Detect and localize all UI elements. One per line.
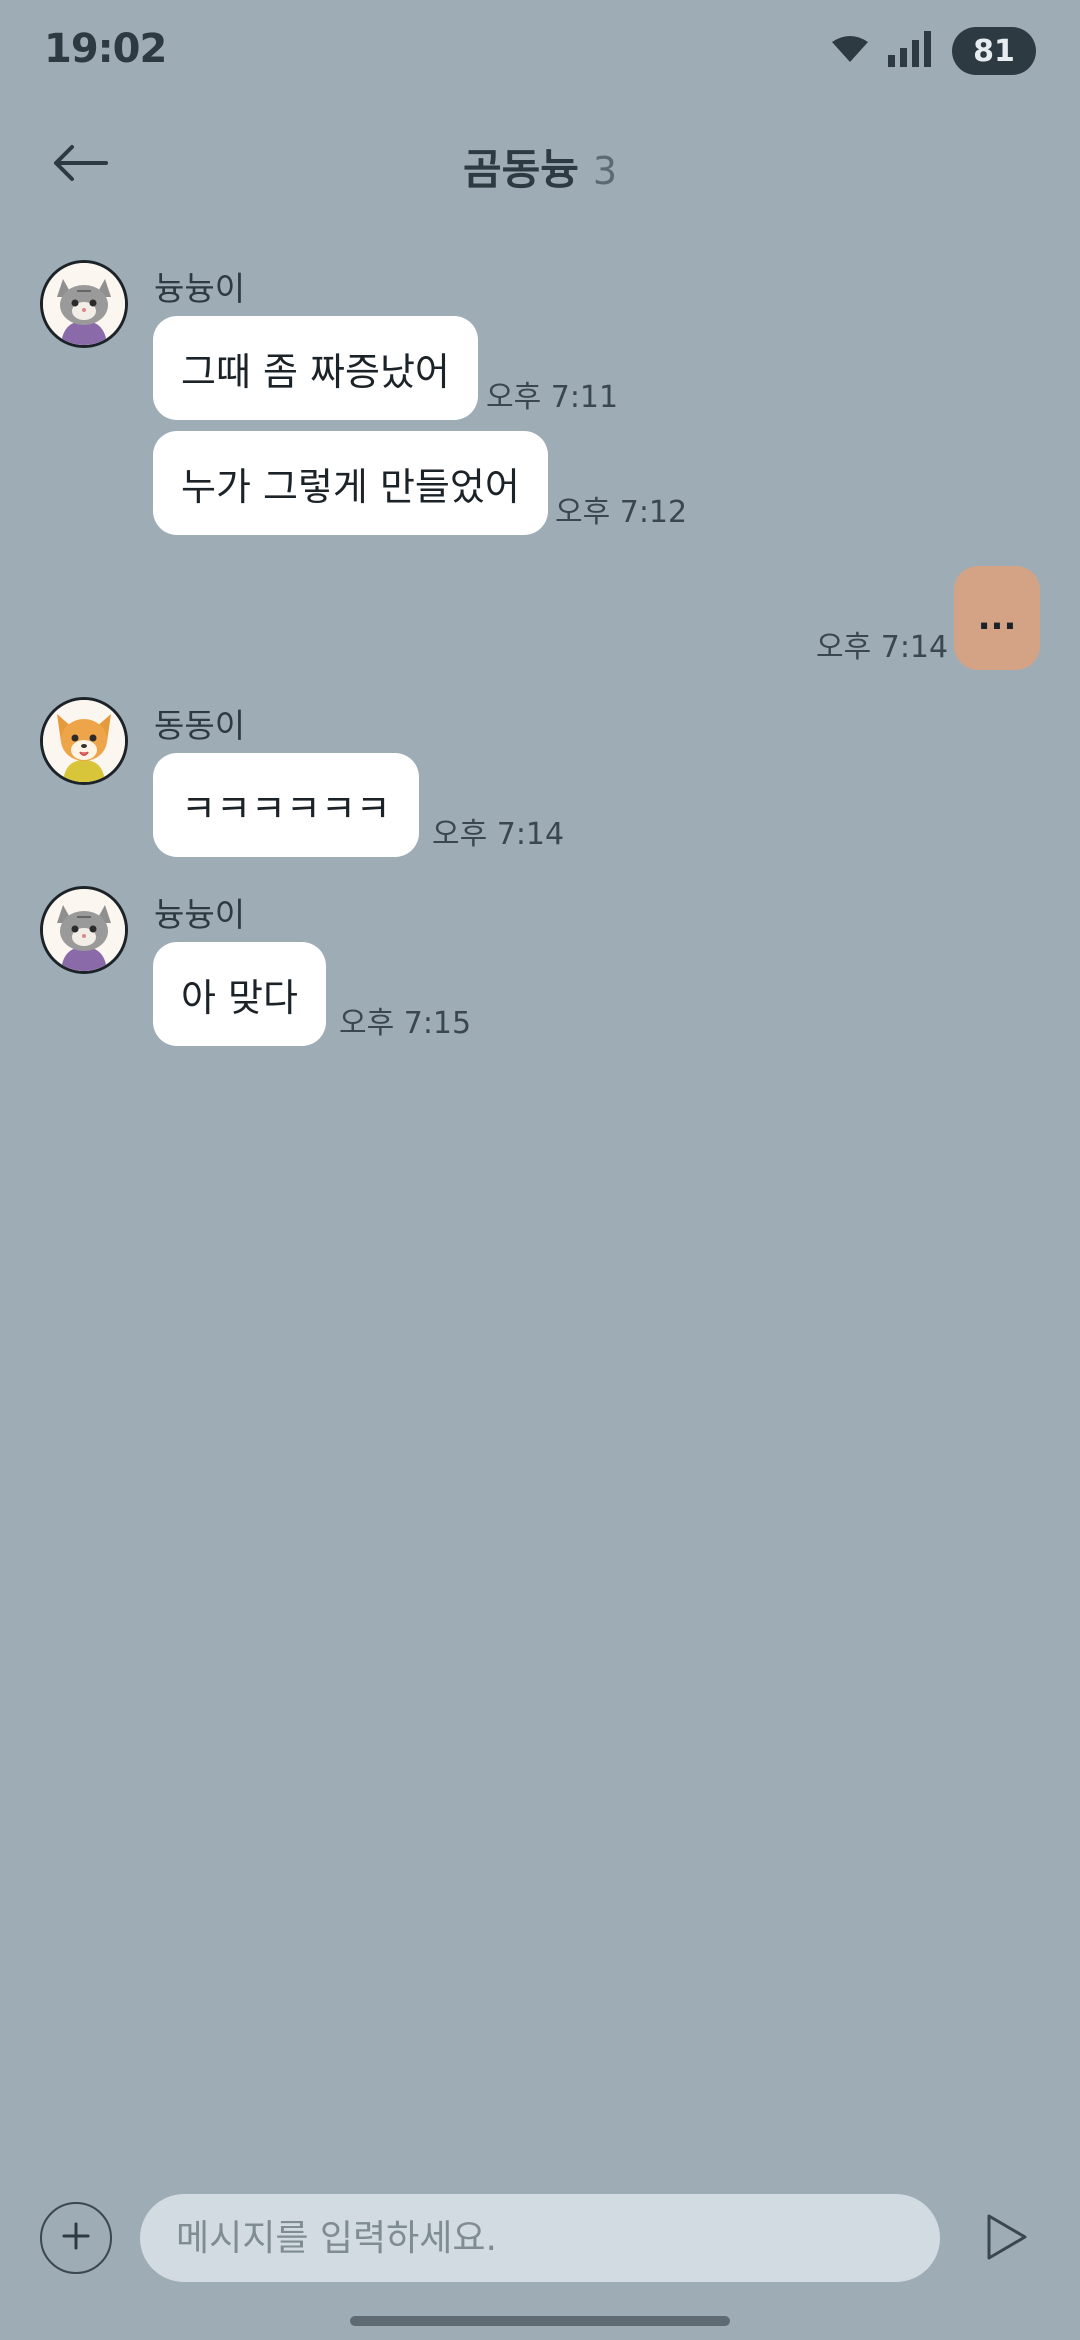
message-composer [0,2190,1080,2290]
sender-name: 늉늉이 [154,269,246,308]
message-bubble[interactable]: ㅋㅋㅋㅋㅋㅋ [153,753,419,857]
send-button[interactable] [972,2204,1042,2274]
message-time: 오후 7:14 [816,630,949,665]
attach-button[interactable] [40,2202,112,2274]
cat-avatar-icon[interactable] [40,886,128,974]
sender-name: 동동이 [154,706,246,745]
chat-header: 곰동늉 3 [0,110,1080,220]
message-bubble[interactable]: 아 맞다 [153,942,326,1046]
member-count: 3 [592,149,618,193]
status-icons: 81 [830,26,1036,76]
message-time: 오후 7:14 [432,817,565,852]
wifi-icon [830,34,870,68]
signal-icon [888,31,934,71]
send-icon [985,2212,1029,2266]
dog-avatar-icon[interactable] [40,697,128,785]
header-title-group: 곰동늉 3 [0,136,1080,197]
sender-name: 늉늉이 [154,895,246,934]
status-time: 19:02 [44,26,167,72]
message-input[interactable] [140,2194,940,2282]
message-bubble[interactable]: 그때 좀 짜증났어 [153,316,478,420]
chat-title: 곰동늉 [462,145,579,194]
cat-avatar-icon[interactable] [40,260,128,348]
message-time: 오후 7:11 [486,380,619,415]
home-indicator [350,2316,730,2326]
plus-icon [61,2221,91,2255]
battery-indicator: 81 [952,27,1036,75]
message-time: 오후 7:15 [339,1006,472,1041]
status-bar: 19:02 81 [0,0,1080,100]
my-message-bubble[interactable]: ... [954,566,1040,670]
message-bubble[interactable]: 누가 그렇게 만들었어 [153,431,548,535]
message-time: 오후 7:12 [555,495,688,530]
